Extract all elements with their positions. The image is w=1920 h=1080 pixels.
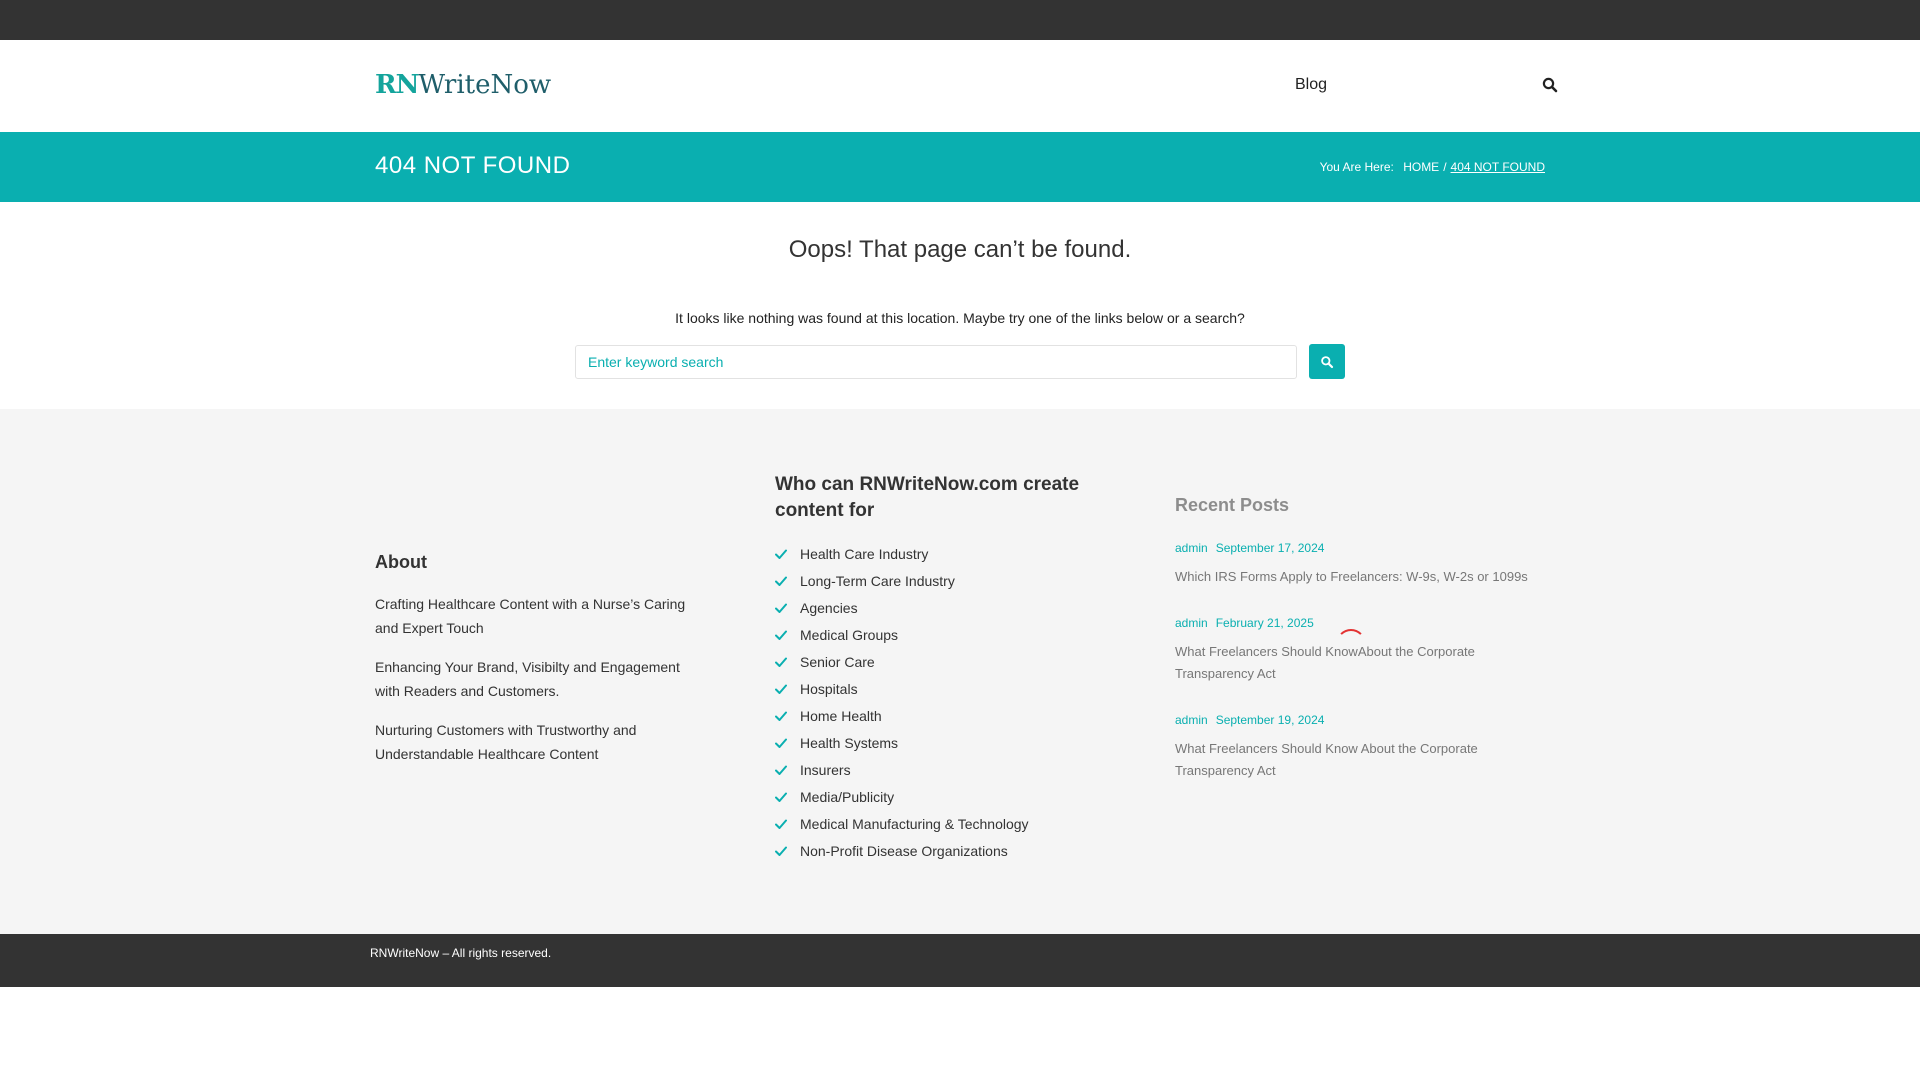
post-date[interactable]: September 19, 2024 xyxy=(1216,713,1325,727)
search-icon xyxy=(1321,355,1334,368)
check-icon xyxy=(775,792,787,802)
who-list-item: Media/Publicity xyxy=(775,783,1029,810)
check-icon xyxy=(775,657,787,667)
logo-writenow: WriteNow xyxy=(418,70,552,100)
who-list-item: Home Health xyxy=(775,702,1029,729)
who-list-item: Insurers xyxy=(775,756,1029,783)
header-search-icon[interactable] xyxy=(1541,76,1559,94)
loading-spinner-icon xyxy=(1336,629,1366,659)
who-list-item-label: Health Care Industry xyxy=(800,545,929,562)
bottom-bar xyxy=(0,934,1920,987)
who-list-item: Health Systems xyxy=(775,729,1029,756)
not-found-heading: Oops! That page can’t be found. xyxy=(788,236,1132,263)
breadcrumb: You Are Here: HOME / 404 NOT FOUND xyxy=(1320,160,1545,174)
who-list-item-label: Medical Groups xyxy=(800,626,899,643)
about-paragraph: Enhancing Your Brand, Visibilty and Enga… xyxy=(375,659,680,699)
search-button[interactable] xyxy=(1309,344,1345,379)
check-icon xyxy=(775,819,787,829)
page-title: 404 NOT FOUND xyxy=(375,152,571,179)
check-icon xyxy=(775,711,787,721)
recent-posts-title: Recent Posts xyxy=(1175,495,1290,515)
recent-post: admin September 19, 2024 What Freelancers… xyxy=(1175,713,1535,782)
breadcrumb-label: You Are Here: xyxy=(1319,160,1394,174)
site-logo[interactable]: RNWriteNow xyxy=(375,72,551,98)
who-list-item-label: Senior Care xyxy=(800,653,875,670)
nav-blog-link[interactable]: Blog xyxy=(1295,76,1327,94)
breadcrumb-separator: / xyxy=(1443,160,1447,174)
top-bar xyxy=(0,0,1920,40)
about-title: About xyxy=(375,552,427,572)
check-icon xyxy=(775,603,787,613)
post-author-link[interactable]: admin xyxy=(1175,713,1208,727)
check-icon xyxy=(775,738,787,748)
post-date[interactable]: February 21, 2025 xyxy=(1216,616,1314,630)
about-paragraph: Nurturing Customers with Trustworthy and… xyxy=(375,722,637,762)
who-list-item: Medical Groups xyxy=(775,621,1029,648)
who-list-item: Medical Manufacturing & Technology xyxy=(775,810,1029,837)
who-list-item-label: Home Health xyxy=(800,707,882,724)
who-list: Health Care Industry Long-Term Care Indus… xyxy=(775,540,1029,864)
post-title-link[interactable]: What Freelancers Should Know About the C… xyxy=(1175,738,1535,782)
page-title-banner xyxy=(0,132,1920,202)
who-list-item-label: Media/Publicity xyxy=(800,788,895,805)
who-list-item-label: Non-Profit Disease Organizations xyxy=(800,842,1008,859)
who-list-item-label: Health Systems xyxy=(800,734,899,751)
check-icon xyxy=(775,765,787,775)
post-title-link[interactable]: Which IRS Forms Apply to Freelancers: W-… xyxy=(1175,566,1535,588)
post-author-link[interactable]: admin xyxy=(1175,616,1208,630)
who-list-item: Senior Care xyxy=(775,648,1029,675)
who-list-item: Long-Term Care Industry xyxy=(775,567,1029,594)
post-date[interactable]: September 17, 2024 xyxy=(1216,541,1325,555)
who-list-item-label: Hospitals xyxy=(800,680,858,697)
who-list-item-label: Insurers xyxy=(800,761,851,778)
recent-post: admin September 17, 2024 Which IRS Forms … xyxy=(1175,541,1535,588)
breadcrumb-home-link[interactable]: HOME xyxy=(1403,160,1439,174)
check-icon xyxy=(775,846,787,856)
who-list-item: Non-Profit Disease Organizations xyxy=(775,837,1029,864)
check-icon xyxy=(775,549,787,559)
about-paragraph: Crafting Healthcare Content with a Nurse… xyxy=(375,596,686,636)
logo-rn: RN xyxy=(375,70,419,100)
who-list-item: Health Care Industry xyxy=(775,540,1029,567)
not-found-message: It looks like nothing was found at this … xyxy=(675,310,1245,326)
post-author-link[interactable]: admin xyxy=(1175,541,1208,555)
search-input[interactable] xyxy=(575,345,1297,379)
who-list-item-label: Agencies xyxy=(800,599,858,616)
check-icon xyxy=(775,684,787,694)
site-header xyxy=(0,40,1920,132)
check-icon xyxy=(775,576,787,586)
check-icon xyxy=(775,630,787,640)
who-list-item-label: Long-Term Care Industry xyxy=(800,572,955,589)
who-list-item: Hospitals xyxy=(775,675,1029,702)
who-title: Who can RNWriteNow.com create content fo… xyxy=(775,474,1080,521)
who-list-item: Agencies xyxy=(775,594,1029,621)
breadcrumb-current-link[interactable]: 404 NOT FOUND xyxy=(1451,160,1545,174)
who-list-item-label: Medical Manufacturing & Technology xyxy=(800,815,1029,832)
copyright-text: RNWriteNow – All rights reserved. xyxy=(370,946,552,960)
